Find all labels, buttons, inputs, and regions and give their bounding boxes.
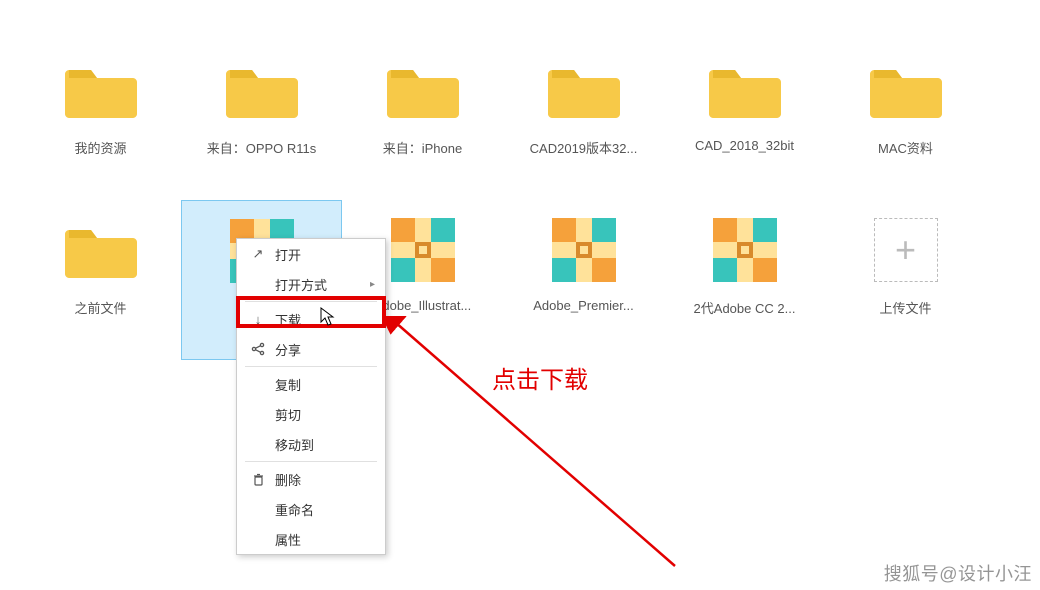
ctx-label: 复制	[269, 375, 375, 394]
archive-icon	[544, 210, 624, 290]
folder-icon	[222, 50, 302, 130]
upload-icon: +	[866, 210, 946, 290]
ctx-label: 分享	[269, 340, 375, 359]
chevron-right-icon: ▸	[370, 279, 375, 290]
folder-icon	[544, 50, 624, 130]
ctx-label: 删除	[269, 470, 375, 489]
ctx-open[interactable]: ↗ 打开	[237, 239, 385, 269]
download-icon: ↓	[247, 312, 269, 327]
ctx-copy[interactable]: 复制	[237, 369, 385, 399]
ctx-rename[interactable]: 重命名	[237, 494, 385, 524]
item-label: 我的资源	[74, 138, 126, 157]
folder-icon	[61, 210, 141, 290]
item-label: 上传文件	[879, 298, 931, 317]
ctx-label: 剪切	[269, 405, 375, 424]
item-label: MAC资料	[878, 138, 933, 157]
share-icon	[247, 342, 269, 356]
folder-item[interactable]: MAC资料	[825, 40, 986, 200]
folder-icon	[705, 50, 785, 130]
ctx-download[interactable]: ↓ 下载	[237, 304, 385, 334]
ctx-label: 打开	[269, 245, 375, 264]
file-grid: 我的资源 来自：OPPO R11s 来自：iPhone CAD2019版本32.…	[0, 0, 1040, 400]
item-label: CAD2019版本32...	[530, 138, 638, 157]
folder-icon	[61, 50, 141, 130]
ctx-label: 移动到	[269, 435, 375, 454]
archive-item[interactable]: Adobe_Premier...	[503, 200, 664, 360]
folder-icon	[383, 50, 463, 130]
folder-item[interactable]: CAD_2018_32bit	[664, 40, 825, 200]
ctx-label: 重命名	[269, 500, 375, 519]
ctx-move-to[interactable]: 移动到	[237, 429, 385, 459]
delete-icon	[247, 473, 269, 486]
item-label: 来自：iPhone	[383, 138, 462, 157]
watermark: 搜狐号@设计小汪	[884, 560, 1032, 586]
ctx-label: 属性	[269, 530, 375, 549]
item-label: 来自：OPPO R11s	[207, 138, 317, 157]
folder-item[interactable]: 来自：iPhone	[342, 40, 503, 200]
context-menu: ↗ 打开 打开方式 ▸ ↓ 下载 分享 复制 剪切 移动到 删除 重命名	[236, 238, 386, 555]
item-label: Adobe_Premier...	[533, 298, 633, 313]
folder-item[interactable]: CAD2019版本32...	[503, 40, 664, 200]
ctx-properties[interactable]: 属性	[237, 524, 385, 554]
archive-icon	[705, 210, 785, 290]
ctx-separator	[245, 461, 377, 462]
folder-item[interactable]: 我的资源	[20, 40, 181, 200]
folder-item[interactable]: 之前文件	[20, 200, 181, 360]
archive-item[interactable]: 2代Adobe CC 2...	[664, 200, 825, 360]
ctx-label: 下载	[269, 310, 375, 329]
folder-icon	[866, 50, 946, 130]
ctx-label: 打开方式	[269, 275, 370, 294]
upload-item[interactable]: + 上传文件	[825, 200, 986, 360]
archive-icon	[383, 210, 463, 290]
item-label: CAD_2018_32bit	[695, 138, 794, 153]
item-label: 之前文件	[74, 298, 126, 317]
ctx-separator	[245, 301, 377, 302]
item-label: 2代Adobe CC 2...	[694, 298, 796, 317]
item-label: Adobe_Illustrat...	[374, 298, 472, 313]
ctx-separator	[245, 366, 377, 367]
ctx-delete[interactable]: 删除	[237, 464, 385, 494]
ctx-cut[interactable]: 剪切	[237, 399, 385, 429]
ctx-open-with[interactable]: 打开方式 ▸	[237, 269, 385, 299]
open-icon: ↗	[247, 246, 269, 262]
folder-item[interactable]: 来自：OPPO R11s	[181, 40, 342, 200]
ctx-share[interactable]: 分享	[237, 334, 385, 364]
